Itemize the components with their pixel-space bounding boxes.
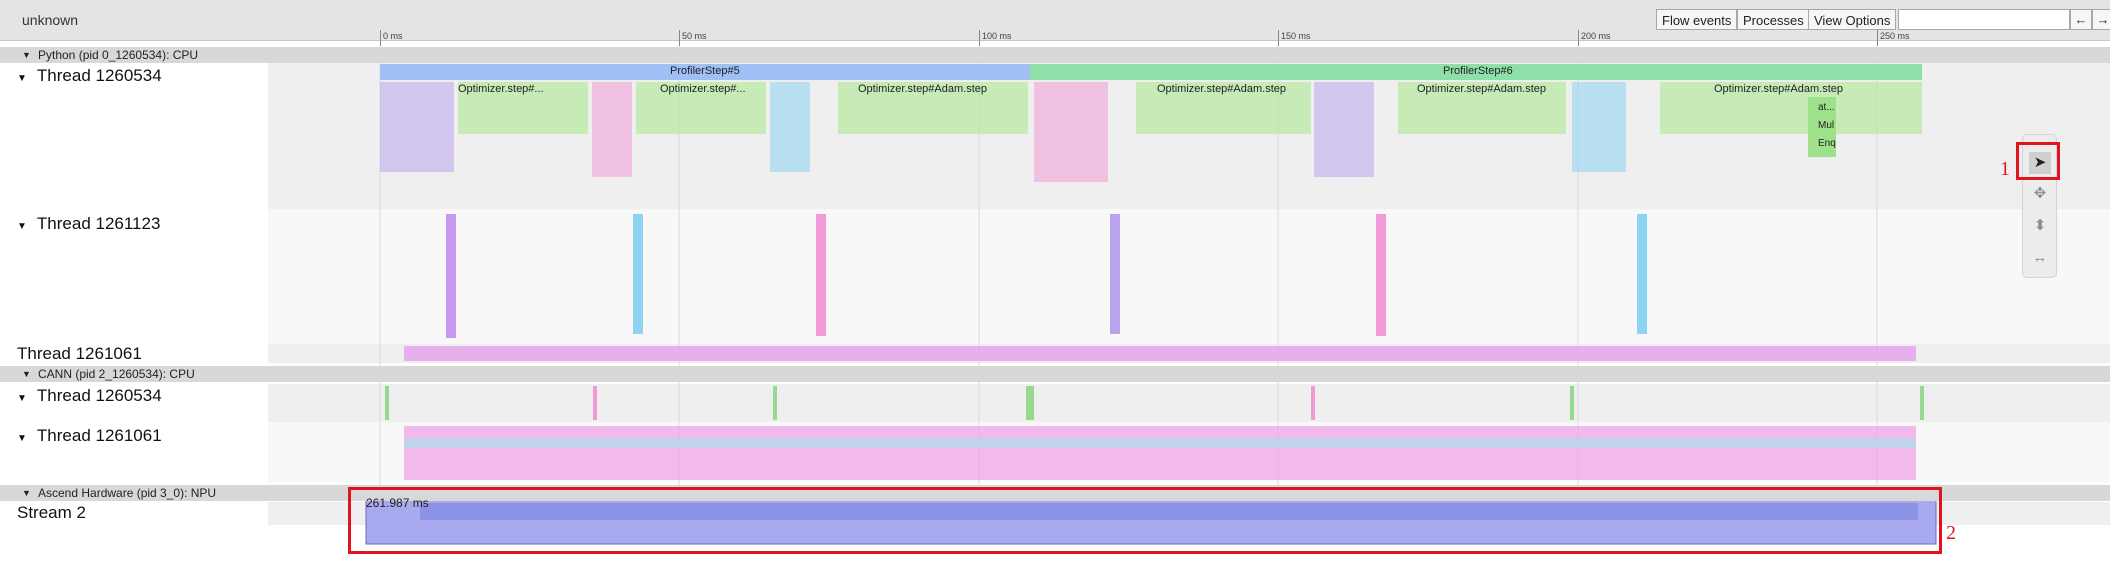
annotation-marker-2: 2: [1946, 522, 1956, 544]
process-header-python[interactable]: ▼ Python (pid 0_1260534): CPU: [0, 47, 2110, 63]
track-label-py-thread-1[interactable]: ▼ Thread 1260534: [17, 66, 162, 86]
zoom-tool-icon[interactable]: ⬍: [2029, 215, 2051, 237]
collapse-toggle-icon[interactable]: ▼: [17, 73, 27, 84]
timing-tool-icon[interactable]: ↔: [2029, 247, 2051, 269]
slice-label: Enq: [1818, 138, 1836, 149]
collapse-toggle-icon[interactable]: ▼: [17, 221, 27, 232]
collapse-toggle-icon[interactable]: ▼: [17, 433, 27, 444]
highlight-box-1: [2016, 142, 2060, 180]
collapse-toggle-icon[interactable]: ▼: [22, 47, 31, 63]
slice-label: Optimizer.step#Adam.step: [1157, 83, 1287, 95]
slice-label: at...: [1818, 102, 1835, 113]
slice-label: Mul: [1818, 120, 1835, 131]
process-header-cann[interactable]: ▼ CANN (pid 2_1260534): CPU: [0, 366, 2110, 382]
track-label-py-thread-2[interactable]: ▼ Thread 1261123: [17, 214, 160, 234]
track-label-npu-stream: Stream 2: [17, 503, 86, 522]
process-name: Python (pid 0_1260534): CPU: [38, 48, 199, 62]
annotation-marker-1: 1: [2000, 158, 2010, 180]
track-label-py-thread-3: Thread 1261061: [17, 344, 142, 363]
pan-tool-icon[interactable]: ✥: [2029, 183, 2051, 205]
collapse-toggle-icon[interactable]: ▼: [17, 393, 27, 404]
slice-label: Optimizer.step#...: [660, 83, 746, 95]
highlight-box-2: [348, 487, 1942, 554]
track-label-cann-thread-2[interactable]: ▼ Thread 1261061: [17, 426, 162, 446]
slice-label: ProfilerStep#5: [670, 65, 740, 77]
slice-label: Optimizer.step#Adam.step: [1714, 83, 1844, 95]
collapse-toggle-icon[interactable]: ▼: [22, 485, 31, 501]
slice-label: ProfilerStep#6: [1443, 65, 1513, 77]
process-name: Ascend Hardware (pid 3_0): NPU: [38, 486, 217, 500]
slice-label: Optimizer.step#Adam.step: [1417, 83, 1547, 95]
slice-label: Optimizer.step#Adam.step: [858, 83, 988, 95]
track-label-cann-thread-1[interactable]: ▼ Thread 1260534: [17, 386, 162, 406]
collapse-toggle-icon[interactable]: ▼: [22, 366, 31, 382]
process-name: CANN (pid 2_1260534): CPU: [38, 367, 195, 381]
slice-label: Optimizer.step#...: [458, 83, 544, 95]
